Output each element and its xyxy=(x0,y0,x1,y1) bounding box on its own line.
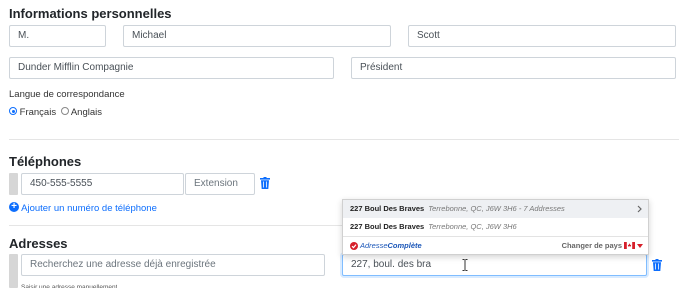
brand-prefix: Adresse xyxy=(360,241,388,250)
radio-francais[interactable] xyxy=(9,107,17,116)
first-name-field[interactable]: Michael xyxy=(123,25,391,47)
phones-section-title: Téléphones xyxy=(9,154,82,169)
suggestion-item[interactable]: 227 Boul Des Braves Terrebonne, QC, J6W 3… xyxy=(343,218,648,236)
drag-handle[interactable] xyxy=(9,254,18,288)
job-title-field[interactable]: Président xyxy=(351,57,676,79)
brand-suffix: Complète xyxy=(387,241,422,250)
add-phone-label[interactable]: Ajouter un numéro de téléphone xyxy=(21,203,157,214)
caret-down-icon[interactable] xyxy=(637,244,643,248)
company-field[interactable]: Dunder Mifflin Compagnie xyxy=(9,57,334,79)
radio-francais-label[interactable]: Français xyxy=(20,107,56,118)
suggestion-item[interactable]: 227 Boul Des Braves Terrebonne, QC, J6W 3… xyxy=(343,200,648,218)
radio-anglais-label[interactable]: Anglais xyxy=(71,107,102,118)
dropdown-footer: AdresseComplète Changer de pays xyxy=(343,236,648,255)
drag-handle[interactable] xyxy=(9,173,18,195)
add-phone-link[interactable]: + Ajouter un numéro de téléphone xyxy=(9,202,157,214)
address-suggestions-dropdown: 227 Boul Des Braves Terrebonne, QC, J6W 3… xyxy=(342,199,649,255)
chevron-right-icon xyxy=(637,205,642,213)
personal-section-title: Informations personnelles xyxy=(9,6,172,21)
language-radio-group: Français Anglais xyxy=(9,107,102,118)
last-name-field[interactable]: Scott xyxy=(408,25,676,47)
address-input-value: 227, boul. des bra xyxy=(351,259,432,270)
adressecomplete-logo-icon xyxy=(350,242,358,250)
change-country-link[interactable]: Changer de pays xyxy=(562,237,622,255)
divider xyxy=(9,225,342,226)
suggestion-street: 227 Boul Des Braves xyxy=(350,204,425,213)
delete-address-trash-icon[interactable] xyxy=(652,259,662,271)
plus-circle-icon: + xyxy=(9,202,19,213)
saved-address-search-field[interactable]: Recherchez une adresse déjà enregistrée xyxy=(21,254,325,276)
suggestion-detail: Terrebonne, QC, J6W 3H6 - 7 Addresses xyxy=(428,204,565,213)
salutation-field[interactable]: M. xyxy=(9,25,106,47)
phone-number-field[interactable]: 450-555-5555 xyxy=(21,173,184,195)
radio-anglais[interactable] xyxy=(60,107,69,116)
addresses-section-title: Adresses xyxy=(9,236,68,251)
divider xyxy=(9,139,679,140)
suggestion-detail: Terrebonne, QC, J6W 3H6 xyxy=(428,222,517,231)
manual-address-link[interactable]: Saisir une adresse manuellement xyxy=(21,282,117,288)
canada-flag-icon[interactable] xyxy=(624,242,635,249)
text-cursor-icon xyxy=(462,259,468,271)
suggestion-street: 227 Boul Des Braves xyxy=(350,222,425,231)
extension-field[interactable]: Extension xyxy=(185,173,255,195)
delete-phone-trash-icon[interactable] xyxy=(260,177,270,189)
language-label: Langue de correspondance xyxy=(9,89,125,100)
address-autocomplete-field[interactable]: 227, boul. des bra xyxy=(342,254,647,276)
